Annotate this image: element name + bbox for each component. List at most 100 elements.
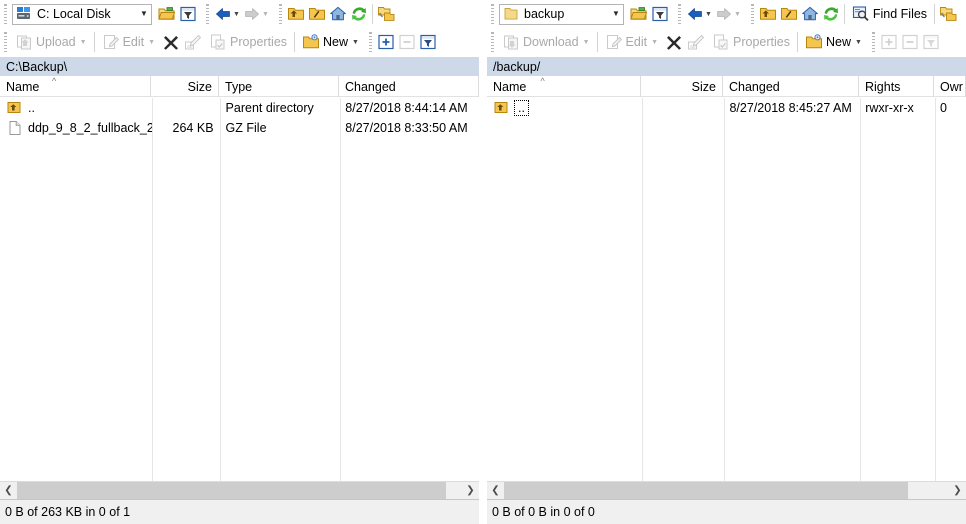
find-files-button[interactable]: Find Files xyxy=(849,2,930,26)
local-horizontal-scrollbar[interactable]: ❮ ❯ xyxy=(0,481,479,499)
refresh-icon[interactable] xyxy=(822,5,840,23)
file-type-cell: GZ File xyxy=(225,121,267,135)
edit-caret[interactable]: ▼ xyxy=(147,39,158,46)
new-caret[interactable]: ▼ xyxy=(351,39,362,46)
funnel-icon[interactable] xyxy=(179,5,197,23)
toolbar-grip[interactable] xyxy=(1,31,10,53)
scroll-right-icon[interactable]: ❯ xyxy=(949,482,966,499)
column-header-type[interactable]: Type xyxy=(219,76,339,97)
table-row[interactable]: ddp_9_8_2_fullback_2... 264 KB GZ File 8… xyxy=(1,118,479,138)
scroll-thumb[interactable] xyxy=(17,482,446,499)
chevron-down-icon[interactable]: ▼ xyxy=(609,10,623,18)
file-size-cell xyxy=(642,98,724,118)
refresh-icon[interactable] xyxy=(350,5,368,23)
toolbar-grip[interactable] xyxy=(675,3,684,25)
open-folder-icon[interactable] xyxy=(630,5,648,23)
column-header-rights[interactable]: Rights xyxy=(859,76,934,97)
properties-button[interactable]: Properties xyxy=(709,30,793,54)
toolbar-grip[interactable] xyxy=(275,3,285,25)
selection-filter-icon[interactable] xyxy=(419,33,437,51)
home-icon[interactable] xyxy=(329,5,347,23)
edit-button[interactable]: Edit xyxy=(99,30,148,54)
folder-up-icon[interactable] xyxy=(759,5,777,23)
toolbar-grip[interactable] xyxy=(1,3,10,25)
file-name-cell[interactable]: ddp_9_8_2_fullback_2... xyxy=(1,118,152,138)
scroll-left-icon[interactable]: ❮ xyxy=(487,482,504,499)
file-changed-cell: 8/27/2018 8:45:27 AM xyxy=(729,101,852,115)
remote-column-header: ^ Name Size Changed Rights Owr xyxy=(487,76,966,97)
home-icon[interactable] xyxy=(801,5,819,23)
file-name-cell[interactable]: .. xyxy=(488,98,642,118)
folder-up-icon[interactable] xyxy=(287,5,305,23)
folder-root-icon[interactable] xyxy=(308,5,326,23)
column-header-owner[interactable]: Owr xyxy=(934,76,966,97)
column-header-name[interactable]: ^ Name xyxy=(487,76,641,97)
open-folder-icon[interactable] xyxy=(158,5,176,23)
folder-bookmark-icon[interactable] xyxy=(939,5,957,23)
column-header-name[interactable]: ^ Name xyxy=(0,76,151,97)
select-add-icon[interactable] xyxy=(377,33,395,51)
new-button[interactable]: New xyxy=(802,30,854,54)
delete-icon[interactable] xyxy=(162,33,180,51)
upload-button[interactable]: Upload xyxy=(12,30,79,54)
selection-filter-icon[interactable] xyxy=(922,33,940,51)
properties-button[interactable]: Properties xyxy=(206,30,290,54)
column-header-changed[interactable]: Changed xyxy=(339,76,479,97)
new-caret[interactable]: ▼ xyxy=(854,39,865,46)
select-remove-icon[interactable] xyxy=(901,33,919,51)
file-icon xyxy=(7,120,23,136)
remote-horizontal-scrollbar[interactable]: ❮ ❯ xyxy=(487,481,966,499)
edit-button[interactable]: Edit xyxy=(602,30,651,54)
edit-icon xyxy=(605,33,623,51)
new-button[interactable]: New xyxy=(299,30,351,54)
rename-icon[interactable]: ab xyxy=(687,33,705,51)
scroll-track[interactable] xyxy=(504,482,949,499)
toolbar-grip[interactable] xyxy=(488,3,497,25)
download-button[interactable]: Download xyxy=(499,30,582,54)
folder-bookmark-icon[interactable] xyxy=(377,5,395,23)
toolbar-grip[interactable] xyxy=(747,3,757,25)
rename-icon[interactable]: ab xyxy=(184,33,202,51)
local-file-list[interactable]: .. Parent directory 8/27/2018 8:44:14 AM… xyxy=(0,98,480,481)
sort-ascending-icon: ^ xyxy=(52,76,57,86)
scroll-right-icon[interactable]: ❯ xyxy=(462,482,479,499)
table-row[interactable]: .. Parent directory 8/27/2018 8:44:14 AM xyxy=(1,98,479,118)
chevron-down-icon[interactable]: ▼ xyxy=(137,10,151,18)
local-status-text: 0 B of 263 KB in 0 of 1 xyxy=(5,505,131,519)
edit-caret[interactable]: ▼ xyxy=(650,39,661,46)
local-address-combo[interactable]: C: Local Disk ▼ xyxy=(12,3,152,25)
toolbar-grip[interactable] xyxy=(868,31,878,53)
toolbar-grip[interactable] xyxy=(203,3,212,25)
toolbar-grip[interactable] xyxy=(488,31,497,53)
arrow-left-icon[interactable] xyxy=(214,5,232,23)
local-path-bar[interactable]: C:\Backup\ xyxy=(0,56,479,76)
folder-root-icon[interactable] xyxy=(780,5,798,23)
select-remove-icon[interactable] xyxy=(398,33,416,51)
table-row[interactable]: .. 8/27/2018 8:45:27 AM rwxr-xr-x 0 xyxy=(488,98,966,118)
download-caret[interactable]: ▼ xyxy=(582,39,593,46)
sort-ascending-icon: ^ xyxy=(540,76,545,86)
forward-history-caret: ▼ xyxy=(733,10,741,18)
remote-path-bar[interactable]: /backup/ xyxy=(487,56,966,76)
select-add-icon[interactable] xyxy=(880,33,898,51)
scroll-track[interactable] xyxy=(17,482,462,499)
back-history-caret[interactable]: ▼ xyxy=(704,11,715,18)
remote-file-list[interactable]: .. 8/27/2018 8:45:27 AM rwxr-xr-x 0 xyxy=(487,98,966,481)
back-history-caret[interactable]: ▼ xyxy=(232,11,243,18)
delete-icon[interactable] xyxy=(665,33,683,51)
funnel-icon[interactable] xyxy=(651,5,669,23)
column-header-size[interactable]: Size xyxy=(151,76,219,97)
panel-splitter[interactable] xyxy=(479,0,487,524)
column-header-size[interactable]: Size xyxy=(641,76,723,97)
scroll-thumb[interactable] xyxy=(504,482,908,499)
local-column-header: ^ Name Size Type Changed xyxy=(0,76,479,97)
column-header-changed[interactable]: Changed xyxy=(723,76,859,97)
file-name-text: .. xyxy=(28,101,35,115)
toolbar-grip[interactable] xyxy=(365,31,375,53)
file-name-cell[interactable]: .. xyxy=(1,98,152,118)
scroll-left-icon[interactable]: ❮ xyxy=(0,482,17,499)
upload-caret[interactable]: ▼ xyxy=(79,39,90,46)
remote-path-text: /backup/ xyxy=(493,59,541,74)
arrow-left-icon[interactable] xyxy=(686,5,704,23)
remote-address-combo[interactable]: backup ▼ xyxy=(499,3,624,25)
